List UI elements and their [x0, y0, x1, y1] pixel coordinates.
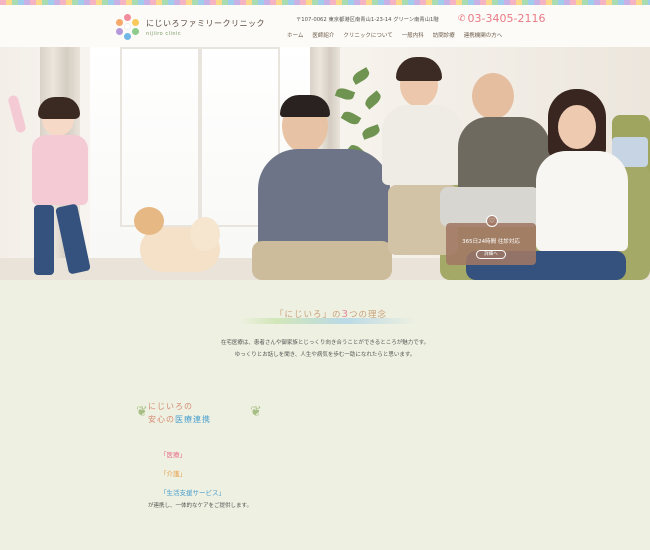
nav-partners[interactable]: 連携機関の方へ [464, 31, 503, 39]
phone-number-text: 03-3405-2116 [467, 12, 546, 25]
philosophy-title-number: 3 [341, 309, 349, 320]
main-content: 「にじいろ」の3つの理念 在宅医療は、患者さんや御家族とじっくり向き合うことがで… [0, 280, 650, 550]
logo-english: nijiiro clinic [146, 30, 182, 37]
leaf-left-icon: ❦ [136, 404, 148, 420]
global-nav: ホーム 医師紹介 クリニックについて 一般内科 訪問診療 連携機関の方へ [287, 31, 511, 39]
nav-about-clinic[interactable]: クリニックについて [343, 31, 392, 39]
intro-line-1: 在宅医療は、患者さんや御家族とじっくり向き合うことができるところが魅力です。 [220, 340, 430, 346]
philosophy-intro: 在宅医療は、患者さんや御家族とじっくり向き合うことができるところが魅力です。 ゆ… [190, 337, 460, 361]
nav-doctor[interactable]: 医師紹介 [312, 31, 334, 39]
logo-mark-icon [115, 14, 141, 40]
cooperation-heading-particle: の [166, 415, 175, 424]
logo-japanese: にじいろファミリークリニック [146, 18, 265, 28]
philosophy-title: 「にじいろ」の3つの理念 [246, 308, 416, 320]
hero-image: ♡ 365日24時間 往診対応 詳細へ [0, 47, 650, 280]
cooperation-item-care: 「介護」 [160, 470, 186, 478]
site-header: にじいろファミリークリニック nijiiro clinic 〒107-0062 … [0, 5, 650, 47]
nav-home[interactable]: ホーム [287, 31, 303, 39]
cooperation-heading-line-1: にじいろの [148, 402, 193, 411]
window-frame [120, 47, 200, 227]
logo[interactable]: にじいろファミリークリニック nijiiro clinic [115, 14, 265, 40]
cooperation-heading-safety: 安心 [148, 415, 166, 424]
badge-detail-button[interactable]: 詳細へ [476, 250, 506, 259]
clinic-address: 〒107-0062 東京都港区南青山1-23-14 グリーン南青山1階 [296, 17, 439, 23]
house-call-badge[interactable]: ♡ 365日24時間 往診対応 詳細へ [446, 215, 536, 265]
phone-icon: ✆ [458, 13, 466, 24]
philosophy-title-open: 「にじいろ」の [275, 310, 342, 320]
stethoscope-icon: ♡ [486, 215, 498, 227]
cooperation-item-medical: 「医療」 [160, 451, 186, 459]
cooperation-list: 「医療」 「介護」 「生活支援サービス」 [160, 446, 225, 503]
badge-text: 365日24時間 往診対応 [462, 239, 520, 245]
phone-number[interactable]: ✆ 03-3405-2116 [458, 12, 545, 25]
nav-home-visit[interactable]: 訪問診療 [433, 31, 455, 39]
intro-line-2: ゆっくりとお話しを聞き、人生や病気を歩む一助になれたらと思います。 [234, 352, 416, 358]
cooperation-summary: が連携し、一体的なケアをご提供します。 [148, 503, 252, 509]
cooperation-heading-medical: 医療連携 [175, 415, 211, 424]
nav-internal-medicine[interactable]: 一般内科 [402, 31, 424, 39]
cooperation-heading: にじいろの 安心の医療連携 [148, 400, 268, 426]
philosophy-title-close: つの理念 [348, 310, 387, 320]
